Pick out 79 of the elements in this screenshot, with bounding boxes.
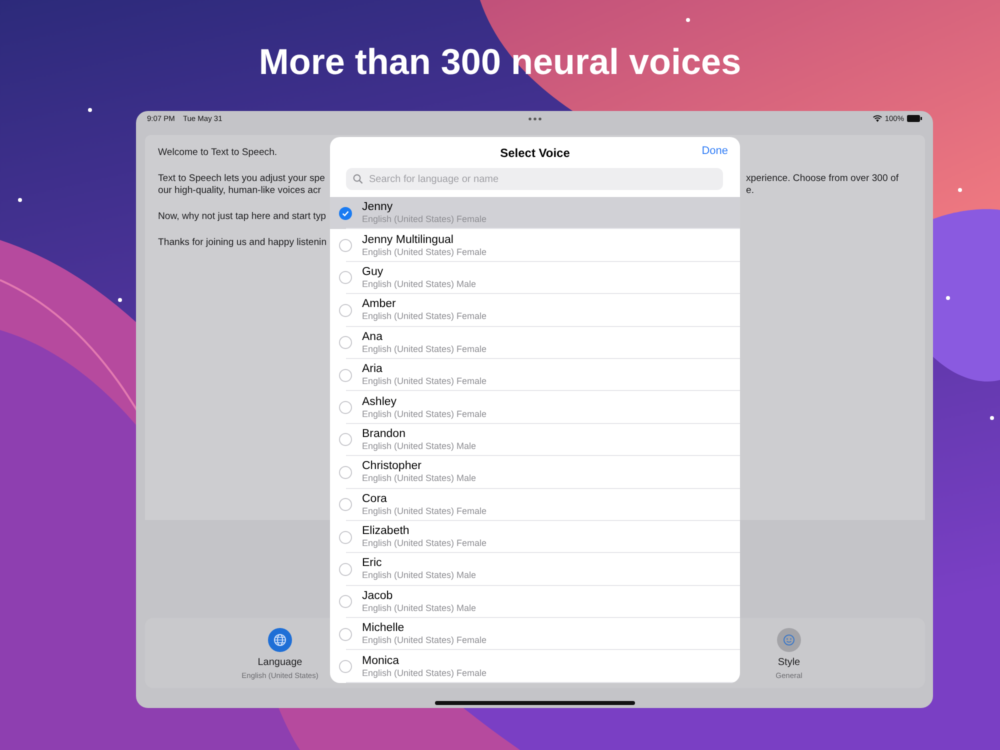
voice-detail: English (United States) Male xyxy=(362,570,476,582)
radio-icon xyxy=(339,498,352,512)
voice-name: Monica xyxy=(362,654,400,668)
smiley-icon[interactable] xyxy=(777,628,801,652)
voice-row[interactable]: Christopher English (United States) Male xyxy=(330,456,740,489)
radio-icon xyxy=(339,660,352,674)
voice-row[interactable]: Guy English (United States) Male xyxy=(330,262,740,294)
voice-row[interactable]: Jenny English (United States) Female xyxy=(330,197,740,230)
voice-detail: English (United States) Female xyxy=(362,538,487,550)
voice-detail: English (United States) Female xyxy=(362,376,487,388)
document-text: Thanks for joining us and happy listenin xyxy=(158,237,328,249)
voice-detail: English (United States) Female xyxy=(362,635,487,646)
voice-detail: English (United States) Female xyxy=(362,344,487,355)
voice-detail: English (United States) Female xyxy=(362,246,487,258)
voice-detail: English (United States) Female xyxy=(362,408,487,420)
voice-detail: English (United States) Female xyxy=(362,214,487,226)
headline: More than 300 neural voices xyxy=(258,40,742,84)
voice-name: Ana xyxy=(362,330,384,344)
voice-row[interactable]: Eric English (United States) Male xyxy=(330,553,740,586)
wifi-icon xyxy=(872,114,882,122)
toolbar-label: Style xyxy=(778,657,800,668)
document-text: xperience. Choose from over 300 of xyxy=(746,173,900,185)
radio-icon xyxy=(339,628,352,641)
checkmark-icon xyxy=(339,206,352,220)
voice-detail: English (United States) Male xyxy=(362,278,476,290)
radio-icon xyxy=(339,433,352,446)
radio-icon xyxy=(339,401,352,414)
more-icon xyxy=(528,117,542,121)
search-icon xyxy=(353,174,363,184)
voice-row[interactable]: Amber English (United States) Female xyxy=(330,294,740,327)
voice-row[interactable]: Elizabeth English (United States) Female xyxy=(330,520,740,554)
globe-icon[interactable] xyxy=(268,628,292,652)
voice-name: Michelle xyxy=(362,622,406,636)
radio-icon xyxy=(339,271,352,284)
voice-detail: English (United States) Female xyxy=(362,668,487,679)
radio-icon xyxy=(339,466,352,479)
voice-row[interactable]: Aria English (United States) Female xyxy=(330,358,740,392)
sheet-title: Select Voice xyxy=(500,146,570,160)
radio-icon xyxy=(339,562,352,576)
voice-detail: English (United States) Male xyxy=(362,440,476,452)
voice-name: Amber xyxy=(362,298,397,312)
voice-row[interactable]: Ana English (United States) Female xyxy=(330,326,740,359)
radio-icon xyxy=(339,595,352,608)
voice-name: Ashley xyxy=(362,396,398,409)
radio-icon xyxy=(339,304,352,317)
radio-icon xyxy=(339,336,352,350)
document-text: Text to Speech lets you adjust your spe xyxy=(158,173,326,185)
document-text: our high-quality, human-like voices acr xyxy=(158,185,322,197)
voice-name: Brandon xyxy=(362,428,406,441)
voice-row[interactable]: Cora English (United States) Female xyxy=(330,488,740,521)
voice-row[interactable]: Jenny Multilingual English (United States) Female xyxy=(330,229,740,262)
voice-detail: English (United States) Male xyxy=(362,473,476,484)
voice-name: Jacob xyxy=(362,590,394,603)
voice-name: Guy xyxy=(362,266,384,279)
radio-icon xyxy=(339,368,352,382)
voice-detail: English (United States) Female xyxy=(362,506,487,517)
voice-name: Jenny xyxy=(362,201,394,214)
search-field[interactable]: Search for language or name xyxy=(346,168,723,190)
voice-detail: English (United States) Female xyxy=(362,311,487,322)
voice-name: Aria xyxy=(362,363,384,376)
voice-name: Cora xyxy=(362,492,388,506)
voice-row[interactable]: Brandon English (United States) Male xyxy=(330,424,740,456)
voice-name: Jenny Multilingual xyxy=(362,234,454,247)
voice-name: Christopher xyxy=(362,460,422,474)
voice-row[interactable]: Ashley English (United States) Female xyxy=(330,391,740,424)
voice-name: Elizabeth xyxy=(362,525,410,538)
document-text: e. xyxy=(746,185,756,197)
radio-icon xyxy=(339,530,352,544)
voice-detail: English (United States) Male xyxy=(362,602,476,614)
voice-row[interactable]: Michelle English (United States) Female xyxy=(330,618,740,650)
done-button[interactable]: Done xyxy=(702,145,728,157)
voice-name: Eric xyxy=(362,557,383,570)
battery-icon xyxy=(907,114,922,122)
document-text: Welcome to Text to Speech. xyxy=(158,147,278,159)
voice-row[interactable]: Monica English (United States) Female xyxy=(330,650,740,683)
toolbar-label: Language xyxy=(258,657,302,668)
radio-icon xyxy=(339,239,352,252)
document-text: Now, why not just tap here and start typ xyxy=(158,211,327,223)
voice-row[interactable]: Jacob English (United States) Male xyxy=(330,586,740,618)
